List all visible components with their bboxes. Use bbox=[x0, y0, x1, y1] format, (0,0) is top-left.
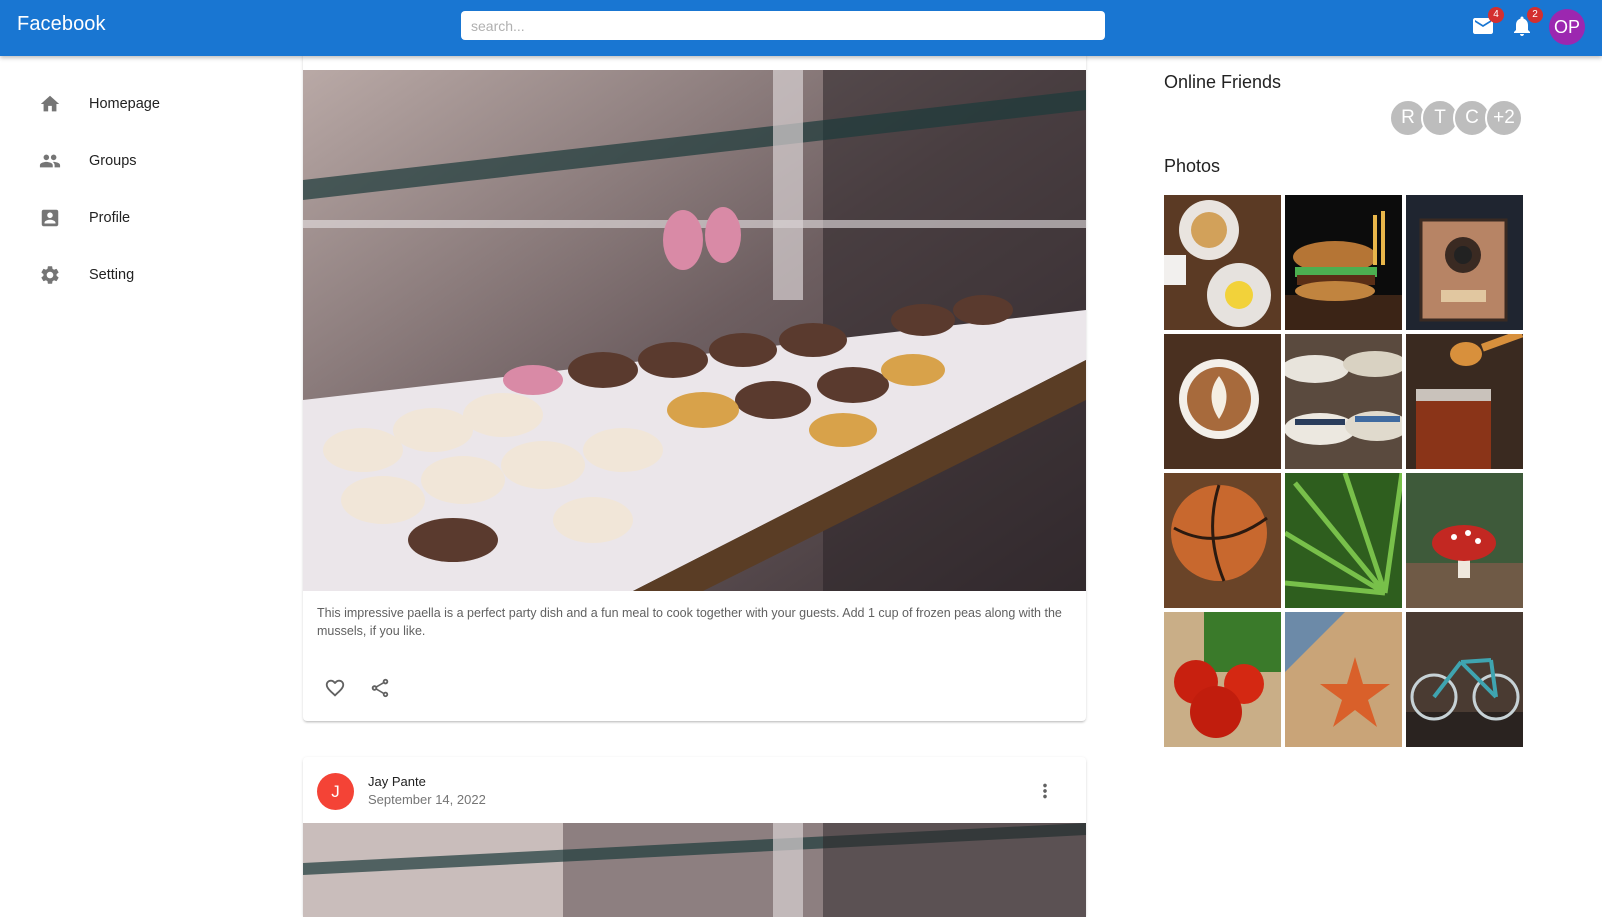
like-button[interactable] bbox=[315, 668, 355, 708]
user-avatar[interactable]: OP bbox=[1549, 9, 1585, 45]
notifications-button[interactable]: 2 bbox=[1510, 7, 1543, 38]
post-date: September 14, 2022 bbox=[368, 792, 486, 807]
settings-icon bbox=[41, 265, 59, 284]
online-friends-title: Online Friends bbox=[1164, 72, 1282, 92]
post-image bbox=[303, 70, 1086, 591]
app-bar: Facebook 4 2 OP bbox=[0, 0, 1602, 56]
favorite-icon bbox=[325, 679, 345, 697]
more-vert-icon bbox=[1043, 783, 1047, 799]
post-author-name: Jay Pante bbox=[368, 774, 426, 789]
sidebar-item-groups[interactable]: Groups bbox=[0, 132, 300, 189]
photo-mushroom[interactable] bbox=[1406, 473, 1523, 608]
sidebar-item-setting[interactable]: Setting bbox=[0, 246, 300, 303]
photo-camera[interactable] bbox=[1406, 195, 1523, 330]
post-image bbox=[303, 823, 1086, 917]
photo-starfish[interactable] bbox=[1285, 612, 1402, 747]
photo-tomatoes[interactable] bbox=[1164, 612, 1281, 747]
photo-honey[interactable] bbox=[1406, 334, 1523, 469]
photo-bicycle[interactable] bbox=[1406, 612, 1523, 747]
share-icon bbox=[371, 678, 389, 698]
home-icon bbox=[40, 95, 60, 111]
sidebar-item-label: Groups bbox=[89, 152, 137, 169]
post-author-avatar[interactable]: J bbox=[317, 773, 354, 810]
search-input[interactable] bbox=[461, 11, 1105, 40]
share-button[interactable] bbox=[360, 668, 400, 708]
mail-button[interactable]: 4 bbox=[1471, 7, 1504, 38]
post-caption: This impressive paella is a perfect part… bbox=[317, 606, 1062, 638]
sidebar: Homepage Groups Profile Setting bbox=[0, 75, 300, 303]
sidebar-item-label: Profile bbox=[89, 209, 131, 226]
post-card: This impressive paella is a perfect part… bbox=[303, 50, 1086, 721]
sidebar-item-label: Setting bbox=[89, 266, 135, 283]
profile-icon bbox=[41, 209, 59, 226]
photo-hats[interactable] bbox=[1285, 334, 1402, 469]
more-friends-avatar[interactable]: +2 bbox=[1485, 99, 1523, 137]
photo-fern[interactable] bbox=[1285, 473, 1402, 608]
sidebar-item-profile[interactable]: Profile bbox=[0, 189, 300, 246]
photo-burger[interactable] bbox=[1285, 195, 1402, 330]
groups-icon bbox=[39, 154, 61, 167]
notifications-badge: 2 bbox=[1527, 7, 1543, 23]
mail-badge: 4 bbox=[1488, 7, 1504, 23]
sidebar-item-label: Homepage bbox=[89, 95, 160, 112]
photo-breakfast[interactable] bbox=[1164, 195, 1281, 330]
post-card: J Jay Pante September 14, 2022 bbox=[303, 757, 1086, 917]
photos-title: Photos bbox=[1164, 156, 1221, 176]
photo-basketball[interactable] bbox=[1164, 473, 1281, 608]
photo-grid bbox=[1164, 195, 1525, 748]
online-friends-avatars: R T C +2 bbox=[1389, 99, 1529, 137]
sidebar-item-homepage[interactable]: Homepage bbox=[0, 75, 300, 132]
app-title[interactable]: Facebook bbox=[17, 13, 106, 36]
photo-coffee[interactable] bbox=[1164, 334, 1281, 469]
post-options-button[interactable] bbox=[1025, 771, 1065, 811]
